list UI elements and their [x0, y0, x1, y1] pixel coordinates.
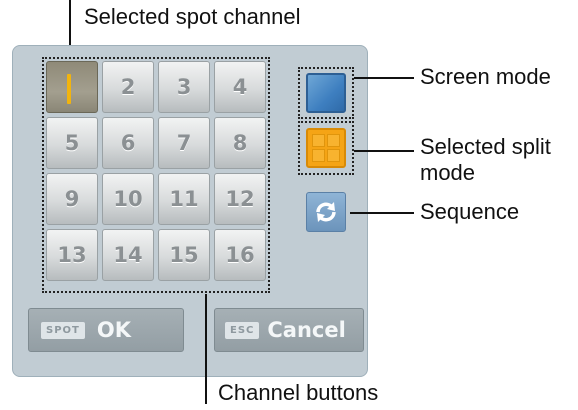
ok-button[interactable]: SPOT OK	[28, 308, 184, 352]
sequence-refresh-icon	[316, 202, 336, 222]
channel-button-3[interactable]: 3	[158, 61, 210, 113]
channel-number: 8	[232, 131, 248, 155]
channel-button-4[interactable]: 4	[214, 61, 266, 113]
channel-button-13[interactable]: 13	[46, 229, 98, 281]
selected-channel-marker	[67, 74, 71, 104]
screen-mode-button[interactable]	[306, 73, 346, 113]
channel-number: 2	[120, 75, 136, 99]
split-cell	[327, 134, 340, 147]
channel-number: 9	[64, 187, 80, 211]
cancel-button-label: Cancel	[267, 318, 346, 342]
channel-number: 16	[225, 243, 255, 267]
channel-number: 14	[113, 243, 143, 267]
channel-number: 12	[225, 187, 255, 211]
channel-number: 15	[169, 243, 199, 267]
channel-button-12[interactable]: 12	[214, 173, 266, 225]
channel-button-8[interactable]: 8	[214, 117, 266, 169]
channel-button-10[interactable]: 10	[102, 173, 154, 225]
label-selected-split-mode-1: Selected split	[420, 134, 551, 159]
label-screen-mode: Screen mode	[420, 64, 551, 89]
split-cell	[312, 149, 325, 162]
channel-button-11[interactable]: 11	[158, 173, 210, 225]
label-selected-spot-channel: Selected spot channel	[84, 4, 301, 29]
channel-number: 6	[120, 131, 136, 155]
pointer-line-screen-mode	[354, 77, 414, 79]
channel-number: 13	[57, 243, 87, 267]
channel-number: 11	[169, 187, 199, 211]
channel-button-5[interactable]: 5	[46, 117, 98, 169]
channel-button-1[interactable]: 1	[46, 61, 98, 113]
channel-number: 5	[64, 131, 80, 155]
channel-number: 7	[176, 131, 192, 155]
label-sequence: Sequence	[420, 199, 520, 224]
channel-button-6[interactable]: 6	[102, 117, 154, 169]
channel-button-16[interactable]: 16	[214, 229, 266, 281]
channel-button-7[interactable]: 7	[158, 117, 210, 169]
esc-key-tag: ESC	[225, 321, 260, 339]
pointer-line-split-mode	[354, 150, 414, 152]
pointer-line-channel-buttons	[205, 294, 207, 404]
channel-grid: 1 2 3 4 5 6 7 8 9 10 11 12 13 14 15 16	[46, 61, 266, 281]
channel-number: 10	[113, 187, 143, 211]
channel-button-14[interactable]: 14	[102, 229, 154, 281]
spot-key-tag: SPOT	[41, 321, 85, 339]
channel-button-15[interactable]: 15	[158, 229, 210, 281]
channel-number: 4	[232, 75, 248, 99]
split-mode-button[interactable]	[306, 128, 346, 168]
cancel-button[interactable]: ESC Cancel	[214, 308, 364, 352]
split-cell	[312, 134, 325, 147]
split-cell	[327, 149, 340, 162]
channel-button-2[interactable]: 2	[102, 61, 154, 113]
pointer-line-sequence	[350, 212, 414, 214]
ok-button-label: OK	[96, 318, 131, 342]
channel-button-9[interactable]: 9	[46, 173, 98, 225]
label-selected-split-mode-2: mode	[420, 160, 476, 185]
sequence-button[interactable]	[306, 192, 346, 232]
channel-number: 3	[176, 75, 192, 99]
label-channel-buttons: Channel buttons	[218, 380, 379, 405]
